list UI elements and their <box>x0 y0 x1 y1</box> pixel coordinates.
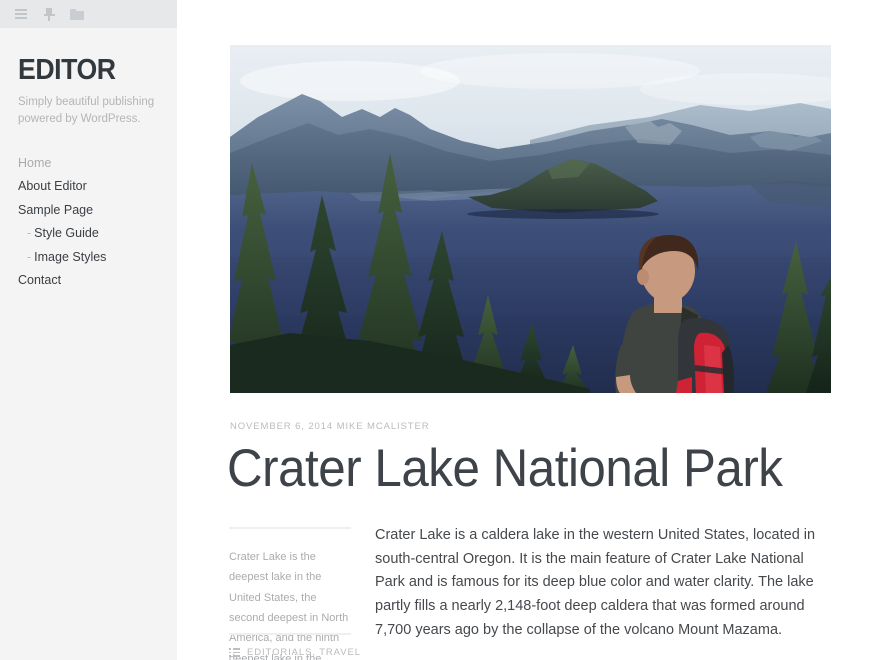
categories-row: EDITORIALS, TRAVEL <box>229 647 361 658</box>
nav-label: Style Guide <box>34 226 99 240</box>
nav-label: Contact <box>18 273 62 287</box>
sidebar-item-style-guide[interactable]: - Style Guide <box>18 222 159 246</box>
entry-categories: EDITORIALS, TRAVEL <box>229 633 361 658</box>
main-navigation: Home About Editor Sample Page - Style Gui… <box>18 152 159 293</box>
sidebar-item-about-editor[interactable]: About Editor <box>18 175 159 199</box>
folder-icon[interactable] <box>70 7 84 21</box>
menu-icon[interactable] <box>14 7 28 21</box>
sidebar-item-contact[interactable]: Contact <box>18 269 159 293</box>
entry-content: Crater Lake is a caldera lake in the wes… <box>375 524 823 660</box>
sub-dash: - <box>27 226 32 240</box>
sidebar-item-image-styles[interactable]: - Image Styles <box>18 246 159 270</box>
nav-label: Home <box>18 155 52 170</box>
nav-label: Image Styles <box>34 249 107 264</box>
sidebar-item-home[interactable]: Home <box>18 152 159 176</box>
entry-meta: NOVEMBER 6, 2014 MIKE MCALISTER <box>230 421 430 432</box>
nav-label: Sample Page <box>18 202 94 217</box>
excerpt-divider <box>229 527 351 529</box>
category-links[interactable]: EDITORIALS, TRAVEL <box>247 647 361 658</box>
sub-dash: - <box>27 249 32 264</box>
paragraph: Crater Lake is a caldera lake in the wes… <box>375 527 816 638</box>
pin-icon[interactable] <box>42 7 56 21</box>
sidebar-item-sample-page[interactable]: Sample Page <box>18 199 159 223</box>
page-root: EDITOR Simply beautiful publishing power… <box>0 0 880 660</box>
category-list-icon <box>229 648 240 657</box>
categories-divider <box>229 633 351 635</box>
admin-bar <box>0 0 177 28</box>
site-description: Simply beautiful publishing powered by W… <box>18 96 155 126</box>
nav-label: About Editor <box>18 179 87 193</box>
sidebar: EDITOR Simply beautiful publishing power… <box>0 28 177 660</box>
content-area: NOVEMBER 6, 2014 MIKE MCALISTER Crater L… <box>177 0 880 660</box>
featured-image[interactable] <box>230 45 831 393</box>
page-title[interactable]: Crater Lake National Park <box>227 440 783 497</box>
site-title[interactable]: EDITOR <box>18 56 148 85</box>
